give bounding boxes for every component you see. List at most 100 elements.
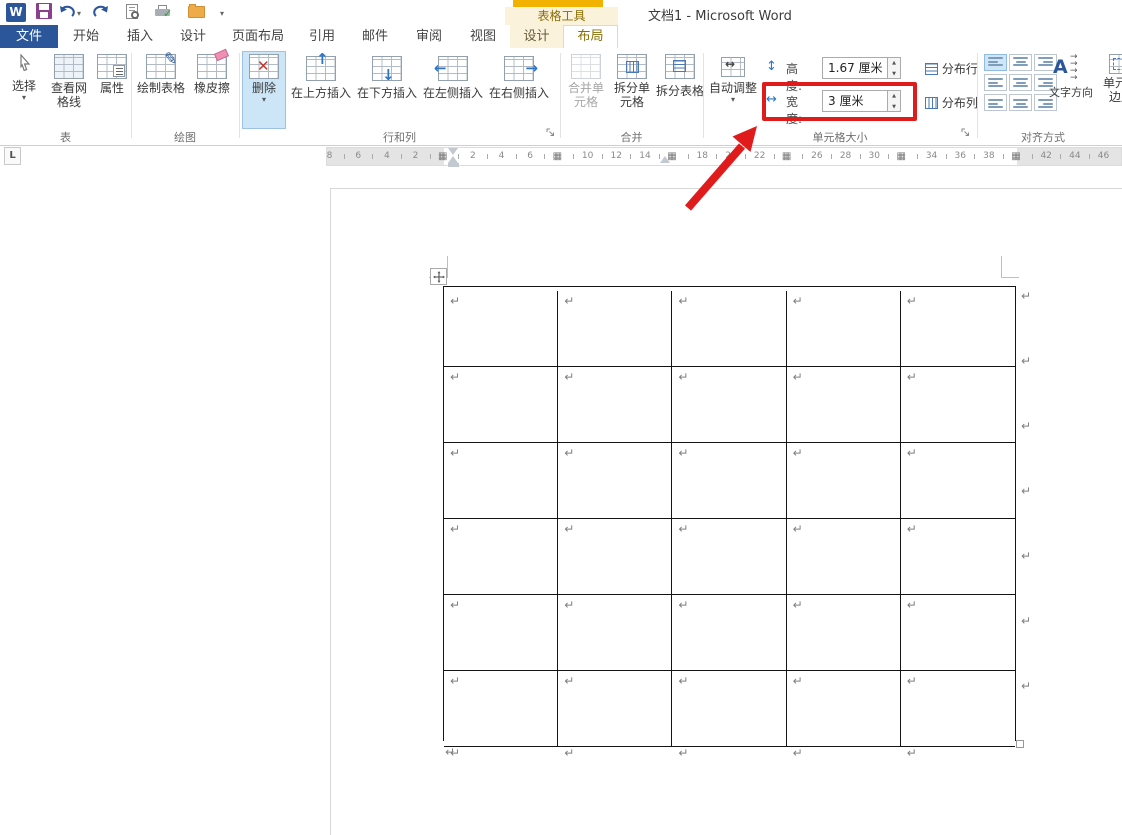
hanging-indent-marker[interactable] [448,156,458,163]
table-cell[interactable]: ↵ [787,671,901,747]
tab-view[interactable]: 视图 [456,25,510,48]
undo-dropdown-icon[interactable]: ▾ [77,9,81,18]
column-boundary-marker[interactable]: ▦ [897,150,906,163]
end-of-cell-mark: ↵ [907,599,917,611]
insert-right-button[interactable]: → 在右侧插入 [487,52,551,128]
table-cell[interactable]: ↵ [444,595,558,671]
table-cell[interactable]: ↵ [444,443,558,519]
column-boundary-marker[interactable]: ▦ [1011,150,1020,163]
table-cell[interactable]: ↵ [787,443,901,519]
margin-crop-mark [1001,277,1019,278]
tab-mailings[interactable]: 邮件 [348,25,402,48]
insert-left-button[interactable]: ← 在左侧插入 [421,52,485,128]
redo-icon[interactable] [93,5,110,19]
ruler-tick [487,154,488,159]
tab-page-layout[interactable]: 页面布局 [220,25,296,48]
eraser-button[interactable]: 橡皮擦 [189,52,235,128]
table-cell[interactable]: ↵ [558,443,672,519]
ruler-tick [946,154,947,159]
insert-above-button[interactable]: ↑ 在上方插入 [289,52,353,128]
end-of-row-mark: ↵ [1021,289,1031,303]
customize-qat-icon[interactable]: ▾ [220,9,224,18]
table-cell[interactable]: ↵ [787,595,901,671]
table-cell[interactable]: ↵ [901,291,1015,367]
table-move-handle[interactable] [430,268,447,285]
column-boundary-marker[interactable]: ▦ [438,150,447,163]
align-bottom-center-button[interactable] [1009,94,1032,111]
tab-stop-selector[interactable]: L [4,147,21,165]
ruler-tick [573,154,574,159]
ruler-number: 28 [840,151,851,161]
draw-table-button[interactable]: ✎ 绘制表格 [135,52,187,128]
table-cell[interactable]: ↵ [558,519,672,595]
table-cell[interactable]: ↵ [558,595,672,671]
margin-crop-mark [1001,256,1002,278]
page-left-edge [330,188,331,835]
table-cell[interactable]: ↵ [672,519,786,595]
table-cell[interactable]: ↵ [787,291,901,367]
tab-table-layout[interactable]: 布局 [563,25,618,48]
insert-below-button[interactable]: ↓ 在下方插入 [355,52,419,128]
table-cell[interactable]: ↵ [672,671,786,747]
print-preview-icon[interactable] [126,4,138,19]
document-area[interactable]: ↵↵↵↵↵↵↵↵↵↵↵↵↵↵↵↵↵↵↵↵↵↵↵↵↵↵↵↵↵↵↵↵↵↵↵ ↵ 头条… [0,167,1122,835]
quick-print-icon[interactable]: ✓ [155,5,171,18]
align-bottom-left-button[interactable] [984,94,1007,111]
save-icon[interactable] [36,3,52,19]
table-cell[interactable]: ↵ [901,367,1015,443]
tab-design[interactable]: 设计 [166,25,220,48]
first-line-indent-marker[interactable] [448,148,458,155]
row-height-input[interactable]: 1.67 厘米 [822,57,888,79]
end-of-cell-mark: ↵ [678,523,688,535]
document-table[interactable]: ↵↵↵↵↵↵↵↵↵↵↵↵↵↵↵↵↵↵↵↵↵↵↵↵↵↵↵↵↵↵↵↵↵↵↵ [443,286,1016,741]
table-cell[interactable]: ↵ [672,443,786,519]
tab-insert[interactable]: 插入 [114,25,166,48]
table-cell[interactable]: ↵ [444,291,558,367]
open-folder-icon[interactable] [188,6,205,18]
ruler-tick [516,154,517,159]
split-cells-button[interactable]: 拆分单元格 [610,52,654,128]
tab-home[interactable]: 开始 [58,25,114,48]
merge-cells-button[interactable]: 合并单元格 [564,52,608,128]
tab-file[interactable]: 文件 [0,25,58,48]
table-cell[interactable]: ↵ [901,519,1015,595]
column-boundary-marker[interactable]: ▦ [782,150,791,163]
tab-table-design[interactable]: 设计 [510,25,563,48]
table-cell[interactable]: ↵ [558,291,672,367]
select-button[interactable]: 选择 ▾ [4,52,44,128]
align-top-left-button[interactable] [984,54,1007,71]
undo-icon[interactable] [58,5,75,19]
table-cell[interactable]: ↵ [672,595,786,671]
distribute-columns-button[interactable]: 分布列 [925,94,978,111]
table-cell[interactable]: ↵ [901,671,1015,747]
column-boundary-marker[interactable]: ▦ [553,150,562,163]
table-cell[interactable]: ↵ [901,595,1015,671]
ribbon: 选择 ▾ 查看网格线 属性 表 ✎ 绘制表格 [0,48,1122,146]
rows-cols-dialog-launcher-icon[interactable] [546,128,557,139]
table-cell[interactable]: ↵ [672,291,786,367]
table-cell[interactable]: ↵ [444,671,558,747]
ruler-tick [831,154,832,159]
distribute-rows-button[interactable]: 分布行 [925,60,978,77]
tab-references[interactable]: 引用 [296,25,348,48]
table-cell[interactable]: ↵ [444,519,558,595]
text-direction-button[interactable]: A →→→→ 文字方向 [1046,52,1096,128]
cell-margins-button[interactable]: 单元格边距 [1098,52,1122,128]
align-top-center-button[interactable] [1009,54,1032,71]
tab-review[interactable]: 审阅 [402,25,456,48]
table-cell[interactable]: ↵ [787,519,901,595]
row-height-spinner[interactable]: ▲▼ [888,57,901,79]
delete-button[interactable]: ✕ 删除 ▾ [243,52,285,128]
cell-size-dialog-launcher-icon[interactable] [961,128,972,139]
table-cell[interactable]: ↵ [787,367,901,443]
properties-button[interactable]: 属性 [94,52,130,128]
align-center-button[interactable] [1009,74,1032,91]
table-cell[interactable]: ↵ [901,443,1015,519]
align-center-left-button[interactable] [984,74,1007,91]
table-cell[interactable]: ↵ [558,671,672,747]
view-gridlines-button[interactable]: 查看网格线 [46,52,92,128]
table-resize-handle[interactable] [1016,740,1024,748]
table-cell[interactable]: ↵ [558,367,672,443]
table-cell[interactable]: ↵ [444,367,558,443]
table-cell[interactable]: ↵ [672,367,786,443]
